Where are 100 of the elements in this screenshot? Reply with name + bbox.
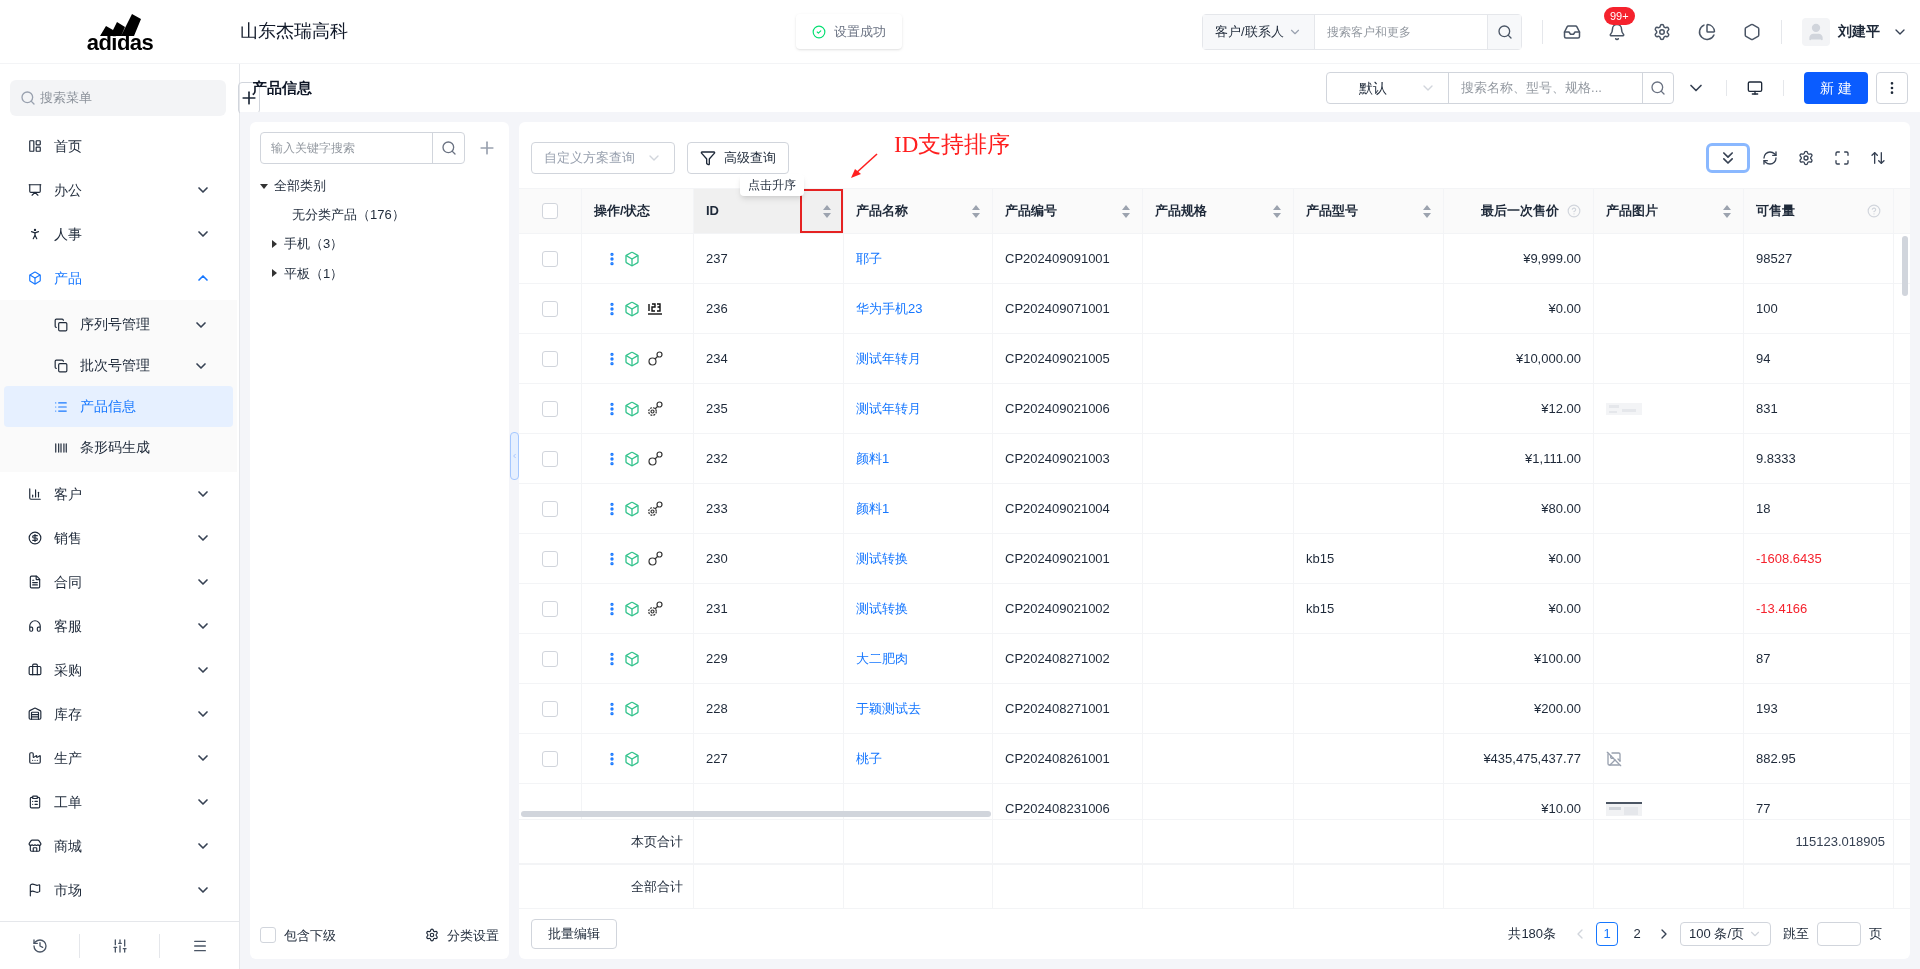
menu-item[interactable]: 产品: [0, 256, 239, 300]
collapse-handle[interactable]: [510, 432, 519, 480]
product-name-link[interactable]: 桃子: [856, 751, 882, 766]
submenu-item[interactable]: 序列号管理: [4, 304, 233, 345]
tree-node[interactable]: 全部类别: [260, 176, 499, 196]
checkbox[interactable]: [542, 400, 558, 417]
menu-item[interactable]: 办公: [0, 168, 239, 212]
product-name-link[interactable]: 于颖测试去: [856, 701, 921, 716]
caret-icon[interactable]: [270, 269, 278, 278]
product-name-link[interactable]: 测试转换: [856, 551, 908, 566]
hexagon-icon[interactable]: [1743, 22, 1761, 41]
page-button[interactable]: 1: [1596, 922, 1619, 946]
search-input[interactable]: 搜索客户和更多: [1314, 22, 1487, 41]
sort-icon[interactable]: [1122, 204, 1130, 218]
checkbox[interactable]: [260, 927, 276, 944]
sort-icon[interactable]: [823, 204, 831, 218]
page-button[interactable]: 2: [1626, 922, 1649, 946]
product-name-link[interactable]: 大二肥肉: [856, 651, 908, 666]
monitor-icon[interactable]: [1747, 80, 1764, 96]
column-header[interactable]: 产品编号: [993, 189, 1143, 233]
checkbox[interactable]: [542, 300, 558, 317]
menu-item[interactable]: 人事: [0, 212, 239, 256]
product-name-link[interactable]: 耶子: [856, 251, 882, 266]
row-height-icon[interactable]: [1870, 150, 1886, 166]
submenu-item[interactable]: 产品信息: [4, 386, 233, 427]
checkbox-label[interactable]: 包含下级: [284, 925, 336, 945]
checkbox[interactable]: [542, 550, 558, 567]
table-cell: kb15: [1306, 601, 1335, 616]
sliders-icon[interactable]: [111, 937, 128, 954]
annotation-text: ID支持排序: [894, 131, 1011, 159]
search-button[interactable]: [1487, 14, 1521, 49]
menu-search-field[interactable]: 搜索菜单: [10, 80, 226, 116]
new-button[interactable]: 新 建: [1804, 72, 1868, 104]
product-name-link[interactable]: 颜料1: [856, 451, 890, 466]
caret-icon[interactable]: [260, 181, 268, 190]
checkbox[interactable]: [542, 250, 558, 267]
expand-all-button[interactable]: [1706, 143, 1750, 173]
search-input[interactable]: 搜索菜单: [40, 88, 216, 108]
tree-node[interactable]: 无分类产品（176）: [270, 204, 499, 224]
column-header[interactable]: 产品名称: [844, 189, 993, 233]
fullscreen-icon[interactable]: [1834, 150, 1850, 166]
settings-icon[interactable]: [1798, 150, 1814, 166]
submenu-item[interactable]: 批次号管理: [4, 345, 233, 386]
product-name-link[interactable]: 颜料1: [856, 501, 890, 516]
global-search-field[interactable]: 客户/联系人 搜索客户和更多: [1202, 13, 1522, 50]
product-name-link[interactable]: 测试转换: [856, 601, 908, 616]
horizontal-scrollbar[interactable]: [521, 811, 991, 817]
product-name-link[interactable]: 测试年转月: [856, 401, 921, 416]
product-name-link[interactable]: 测试年转月: [856, 351, 921, 366]
column-header[interactable]: 产品图片: [1594, 189, 1744, 233]
sort-icon[interactable]: [1423, 204, 1431, 218]
menu-item[interactable]: 商城: [0, 824, 239, 868]
settings-icon[interactable]: [1653, 22, 1671, 41]
checkbox[interactable]: [542, 203, 558, 219]
user-name[interactable]: 刘建平: [1838, 21, 1880, 42]
refresh-icon[interactable]: [1762, 150, 1778, 166]
search-scope-select[interactable]: 客户/联系人: [1203, 14, 1315, 49]
page-size-select[interactable]: 100 条/页: [1680, 922, 1771, 946]
column-header[interactable]: 产品型号: [1294, 189, 1444, 233]
caret-icon[interactable]: [270, 239, 278, 248]
menu-item[interactable]: 合同: [0, 560, 239, 604]
column-header[interactable]: 产品规格: [1143, 189, 1294, 233]
inbox-icon[interactable]: [1563, 22, 1581, 41]
vertical-scrollbar[interactable]: [1902, 236, 1908, 296]
batch-edit-button[interactable]: 批量编辑: [531, 919, 617, 949]
menu-item[interactable]: 生产: [0, 736, 239, 780]
checkbox[interactable]: [542, 350, 558, 367]
tree-node[interactable]: 平板（1）: [270, 263, 499, 283]
view-select[interactable]: 默认: [1327, 73, 1450, 103]
keyword-search-field[interactable]: 输入关键字搜索: [260, 132, 465, 164]
search-input[interactable]: 输入关键字搜索: [261, 139, 432, 157]
checkbox[interactable]: [542, 500, 558, 517]
page-input[interactable]: [1817, 922, 1861, 946]
search-input[interactable]: 搜索名称、型号、规格...: [1449, 78, 1643, 98]
menu-item[interactable]: 首页: [0, 124, 239, 168]
notification-icon[interactable]: [1608, 22, 1626, 41]
menu-item[interactable]: 市场: [0, 868, 239, 912]
sort-icon[interactable]: [972, 204, 980, 218]
checkbox[interactable]: [542, 650, 558, 667]
category-settings-button[interactable]: 分类设置: [425, 925, 499, 945]
pie-chart-icon[interactable]: [1698, 22, 1716, 41]
checkbox[interactable]: [542, 750, 558, 767]
sort-icon[interactable]: [1273, 204, 1281, 218]
menu-item[interactable]: 销售: [0, 516, 239, 560]
view-search-field[interactable]: 默认 搜索名称、型号、规格...: [1326, 72, 1675, 104]
checkbox[interactable]: [542, 700, 558, 717]
checkbox[interactable]: [542, 450, 558, 467]
tree-node[interactable]: 手机（3）: [270, 234, 499, 254]
advanced-search-button[interactable]: 高级查询: [687, 142, 789, 174]
menu-item[interactable]: 客户: [0, 472, 239, 516]
sort-icon[interactable]: [1723, 204, 1731, 218]
menu-item[interactable]: 库存: [0, 692, 239, 736]
menu-item[interactable]: 工单: [0, 780, 239, 824]
history-icon[interactable]: [31, 937, 48, 954]
submenu-item[interactable]: 条形码生成: [4, 427, 233, 468]
checkbox[interactable]: [542, 600, 558, 617]
menu-label: 库存: [54, 704, 82, 724]
menu-item[interactable]: 客服: [0, 604, 239, 648]
menu-item[interactable]: 采购: [0, 648, 239, 692]
product-name-link[interactable]: 华为手机23: [856, 301, 923, 316]
